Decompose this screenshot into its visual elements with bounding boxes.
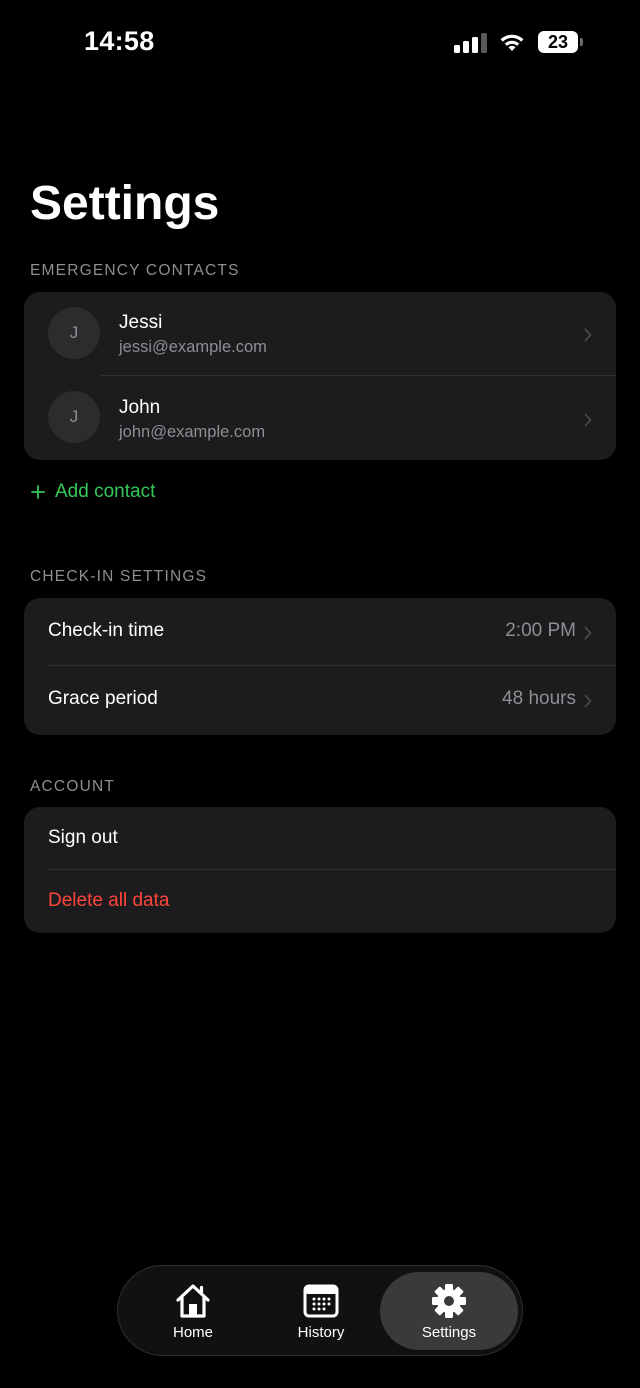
tab-label: Home: [172, 1324, 213, 1341]
cellular-signal-icon: [454, 33, 488, 53]
add-contact-label: Add contact: [55, 481, 156, 502]
chevron-right-icon: [584, 626, 592, 640]
chevron-right-icon: [584, 328, 592, 342]
gear-icon: [429, 1282, 469, 1320]
plus-icon: [31, 485, 45, 499]
chevron-right-icon: [584, 413, 592, 427]
contact-row-john[interactable]: J John john@example.com: [24, 376, 616, 460]
delete-all-data-button[interactable]: Delete all data: [24, 870, 616, 933]
tab-home[interactable]: Home: [128, 1266, 258, 1357]
check-in-time-row[interactable]: Check-in time 2:00 PM: [24, 598, 616, 666]
sign-out-button[interactable]: Sign out: [24, 807, 616, 870]
avatar: J: [48, 391, 100, 443]
battery-tip: [580, 38, 583, 46]
chevron-right-icon: [584, 694, 592, 708]
contact-email: john@example.com: [119, 423, 266, 441]
row-value: 2:00 PM: [505, 620, 576, 641]
row-value: 48 hours: [502, 688, 576, 709]
tab-settings[interactable]: Settings: [380, 1272, 518, 1350]
tab-bar: Home History Settings: [117, 1265, 523, 1356]
sign-out-label: Sign out: [48, 827, 118, 848]
avatar: J: [48, 307, 100, 359]
battery-indicator: 23: [538, 31, 578, 53]
contact-row-jessi[interactable]: J Jessi jessi@example.com: [24, 292, 616, 376]
row-label: Check-in time: [48, 620, 165, 641]
emergency-contacts-card: J Jessi jessi@example.com J John john@ex…: [24, 292, 616, 460]
tab-label: History: [297, 1324, 345, 1341]
section-header-emergency-contacts: EMERGENCY CONTACTS: [30, 262, 240, 279]
add-contact-button[interactable]: Add contact: [30, 481, 155, 503]
contact-name: Jessi: [119, 312, 163, 333]
row-label: Grace period: [48, 688, 158, 709]
page-title: Settings: [30, 177, 220, 230]
grace-period-row[interactable]: Grace period 48 hours: [24, 666, 616, 735]
tab-label: Settings: [421, 1324, 477, 1341]
check-in-settings-card: Check-in time 2:00 PM Grace period 48 ho…: [24, 598, 616, 735]
home-icon: [173, 1282, 213, 1320]
delete-all-data-label: Delete all data: [48, 890, 170, 911]
tab-history[interactable]: History: [256, 1266, 386, 1357]
account-card: Sign out Delete all data: [24, 807, 616, 933]
section-header-account: ACCOUNT: [30, 778, 116, 795]
status-time: 14:58: [84, 26, 155, 56]
contact-email: jessi@example.com: [119, 338, 267, 356]
calendar-icon: [301, 1282, 341, 1320]
contact-name: John: [119, 397, 161, 418]
wifi-icon: [498, 31, 526, 53]
section-header-check-in-settings: CHECK-IN SETTINGS: [30, 568, 208, 585]
